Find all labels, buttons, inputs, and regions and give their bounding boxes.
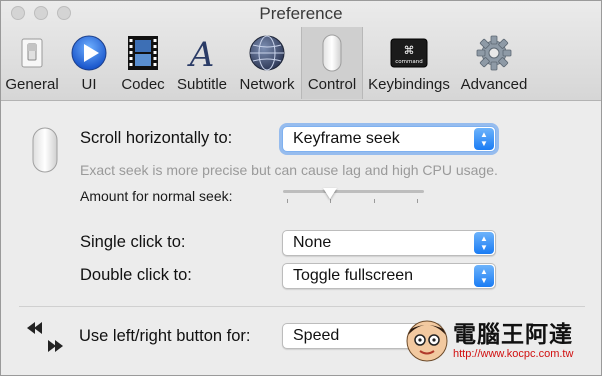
single-click-popup[interactable]: None ▲ ▼ xyxy=(282,230,496,256)
scroll-horizontally-label: Scroll horizontally to: xyxy=(80,129,233,147)
title-bar: Preference General UI Codec A Subtitle N… xyxy=(1,1,601,101)
play-icon xyxy=(71,35,107,71)
lr-button-label: Use left/right button for: xyxy=(79,327,251,345)
window-title: Preference xyxy=(259,4,343,23)
tab-subtitle[interactable]: A Subtitle xyxy=(171,27,233,99)
mouse-icon xyxy=(322,34,342,72)
up-down-chevron-icon: ▲ ▼ xyxy=(474,265,494,287)
tab-advanced[interactable]: Advanced xyxy=(455,27,533,99)
slider-tick xyxy=(330,199,331,203)
tab-keybindings-label: Keybindings xyxy=(368,76,450,93)
single-click-value: None xyxy=(293,234,332,251)
tab-control-label: Control xyxy=(307,76,357,93)
slider-knob[interactable] xyxy=(322,188,337,199)
tab-subtitle-label: Subtitle xyxy=(176,76,228,93)
slider-track xyxy=(283,190,424,193)
tab-codec[interactable]: Codec xyxy=(115,27,171,99)
letter-a-icon: A xyxy=(187,35,215,73)
tab-ui-label: UI xyxy=(81,76,97,93)
seek-amount-label: Amount for normal seek: xyxy=(80,188,233,204)
svg-text:A: A xyxy=(187,35,215,73)
tab-codec-label: Codec xyxy=(121,76,165,93)
slider-tick xyxy=(374,199,375,203)
command-key-icon: ⌘ command xyxy=(390,38,428,68)
control-pane: Scroll horizontally to: Keyframe seek ▲ ▼… xyxy=(1,102,601,375)
mouse-icon xyxy=(32,127,58,173)
tab-network-label: Network xyxy=(239,76,295,93)
single-click-label: Single click to: xyxy=(80,233,186,251)
scroll-horizontally-popup[interactable]: Keyframe seek ▲ ▼ xyxy=(282,126,496,152)
double-click-value: Toggle fullscreen xyxy=(293,267,414,284)
section-divider xyxy=(19,306,585,307)
up-down-chevron-icon: ▲ ▼ xyxy=(474,232,494,254)
watermark-url: http://www.kocpc.com.tw xyxy=(453,348,574,360)
command-key-caption: command xyxy=(395,59,422,65)
watermark-text: 電腦王阿達 xyxy=(453,322,573,348)
watermark: 電腦王阿達 http://www.kocpc.com.tw xyxy=(403,313,593,369)
tab-network[interactable]: Network xyxy=(233,27,301,99)
scroll-hint: Exact seek is more precise but can cause… xyxy=(80,162,498,178)
slider-tick xyxy=(287,199,288,203)
tab-keybindings[interactable]: ⌘ command Keybindings xyxy=(363,27,455,99)
double-click-popup[interactable]: Toggle fullscreen ▲ ▼ xyxy=(282,263,496,289)
tab-general-label: General xyxy=(5,76,59,93)
gear-icon xyxy=(476,35,512,71)
film-icon xyxy=(128,36,158,70)
tab-ui[interactable]: UI xyxy=(63,27,115,99)
double-click-label: Double click to: xyxy=(80,266,192,284)
mascot-icon xyxy=(406,320,448,362)
scroll-horizontally-value: Keyframe seek xyxy=(293,130,400,147)
tab-advanced-label: Advanced xyxy=(460,76,528,93)
tab-control[interactable]: Control xyxy=(301,27,363,99)
preference-window: Preference General UI Codec A Subtitle N… xyxy=(0,0,602,376)
tab-general[interactable]: General xyxy=(1,27,63,99)
rewind-fast-forward-icon xyxy=(27,322,63,352)
slider-tick xyxy=(417,199,418,203)
switch-icon xyxy=(21,38,43,68)
globe-icon xyxy=(249,35,285,71)
up-down-chevron-icon: ▲ ▼ xyxy=(474,128,494,150)
lr-button-value: Speed xyxy=(293,327,340,344)
command-key-glyph: ⌘ xyxy=(404,44,415,57)
seek-amount-slider[interactable] xyxy=(283,184,424,208)
